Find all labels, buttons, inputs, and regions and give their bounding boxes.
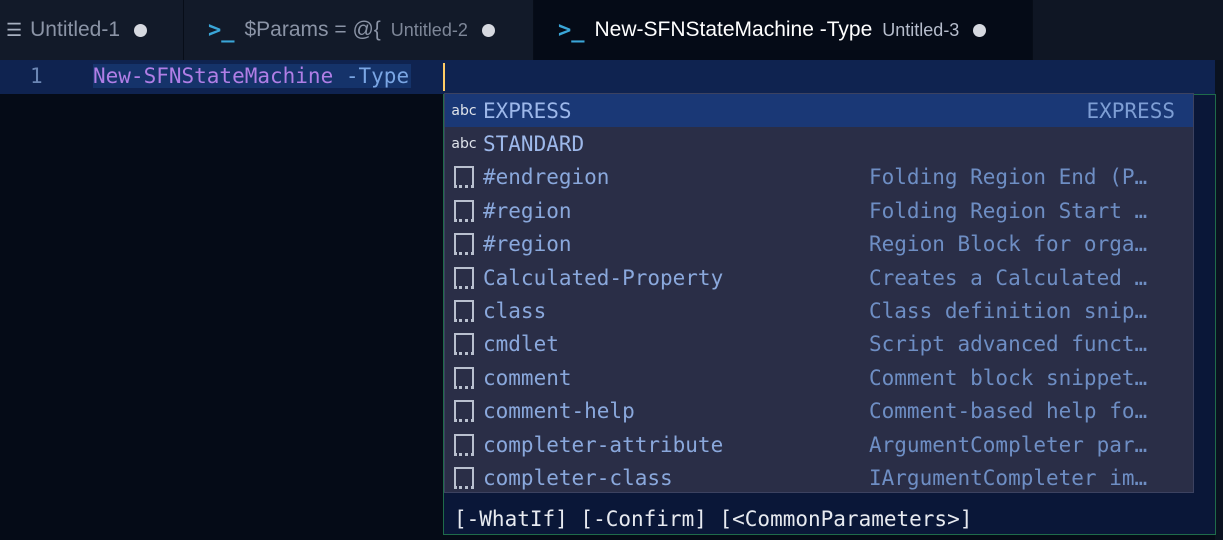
unsaved-dot-icon[interactable] — [973, 23, 987, 37]
text-cursor — [443, 63, 445, 91]
code-line[interactable]: New-SFNStateMachine -Type — [93, 64, 412, 88]
suggestion-detail: Folding Region Start … — [869, 198, 1148, 223]
powershell-icon: >_ — [558, 17, 585, 43]
suggestion-detail: Comment block snippet… — [869, 365, 1148, 390]
suggestion-item[interactable]: cmdlet Script advanced funct… — [445, 328, 1193, 361]
text-kind-icon: abc — [451, 102, 477, 119]
signature-help-text: [-WhatIf] [-Confirm] [<CommonParameters>… — [454, 507, 973, 531]
powershell-icon: >_ — [208, 17, 235, 43]
suggestion-item[interactable]: completer-class IArgumentCompleter im… — [445, 461, 1193, 492]
snippet-icon — [445, 333, 483, 356]
suggestion-item[interactable]: Calculated-Property Creates a Calculated … — [445, 261, 1193, 294]
suggestion-detail: IArgumentCompleter im… — [869, 465, 1148, 490]
suggestion-detail: Comment-based help fo… — [869, 399, 1148, 424]
suggestion-detail: Class definition snip… — [869, 299, 1148, 324]
line-number: 1 — [30, 64, 43, 88]
suggestion-detail: EXPRESS — [1086, 98, 1175, 123]
tab-untitled-1[interactable]: ☰ Untitled-1 — [0, 0, 184, 60]
snippet-icon — [445, 166, 483, 189]
suggestion-item[interactable]: abc STANDARD — [445, 127, 1193, 160]
suggestion-label: Calculated-Property — [483, 265, 724, 290]
snippet-icon — [445, 199, 483, 222]
suggestion-item[interactable]: completer-attribute ArgumentCompleter par… — [445, 428, 1193, 461]
suggestion-label: STANDARD — [483, 132, 585, 157]
suggestion-item[interactable]: #region Folding Region Start … — [445, 194, 1193, 227]
tab-untitled-2[interactable]: >_ $Params = @{ Untitled-2 — [184, 0, 534, 60]
suggestion-label: EXPRESS — [483, 98, 572, 123]
suggestion-detail: Creates a Calculated … — [869, 265, 1148, 290]
snippet-icon — [445, 300, 483, 323]
unsaved-dot-icon[interactable] — [481, 23, 495, 37]
parameter-token: -Type — [345, 64, 410, 88]
suggestion-item[interactable]: comment-help Comment-based help fo… — [445, 395, 1193, 428]
suggestion-item[interactable]: abc EXPRESS EXPRESS — [445, 94, 1193, 128]
snippet-icon — [445, 400, 483, 423]
tab-title: New-SFNStateMachine -Type — [594, 18, 873, 41]
tab-bar-empty-space[interactable] — [1033, 0, 1223, 60]
tab-untitled-3[interactable]: >_ New-SFNStateMachine -Type Untitled-3 — [534, 0, 1033, 60]
suggestion-detail: Script advanced funct… — [869, 332, 1148, 357]
tab-description: Untitled-3 — [882, 19, 960, 40]
code-editor[interactable]: 1 New-SFNStateMachine -Type [-WhatIf] [-… — [0, 60, 1223, 540]
suggestion-label: completer-class — [483, 465, 673, 490]
snippet-icon — [445, 366, 483, 389]
snippet-icon — [445, 266, 483, 289]
vertical-scrollbar[interactable] — [1215, 60, 1223, 540]
tab-title: $Params = @{ — [244, 18, 381, 41]
suggestion-item[interactable]: #endregion Folding Region End (P… — [445, 161, 1193, 194]
suggestion-item[interactable]: comment Comment block snippet… — [445, 361, 1193, 394]
lines-icon: ☰ — [6, 19, 23, 41]
suggestion-detail: Region Block for orga… — [869, 232, 1148, 257]
suggestion-label: completer-attribute — [483, 432, 724, 457]
suggestion-item[interactable]: #region Region Block for orga… — [445, 228, 1193, 261]
suggestion-label: #endregion — [483, 165, 610, 190]
snippet-icon — [445, 433, 483, 456]
command-token: New-SFNStateMachine — [93, 64, 334, 88]
tab-description: Untitled-2 — [390, 19, 468, 40]
suggestion-label: #region — [483, 198, 572, 223]
tab-bar: ☰ Untitled-1 >_ $Params = @{ Untitled-2 … — [0, 0, 1223, 60]
suggestion-detail: Folding Region End (P… — [869, 165, 1148, 190]
suggestion-label: comment-help — [483, 399, 635, 424]
suggestion-widget[interactable]: abc EXPRESS EXPRESS abc STANDARD #endregion Fo… — [444, 93, 1194, 493]
unsaved-dot-icon[interactable] — [134, 23, 148, 37]
suggestion-item[interactable]: class Class definition snip… — [445, 294, 1193, 327]
suggestion-label: #region — [483, 232, 572, 257]
text-kind-icon: abc — [451, 136, 477, 153]
suggestion-detail: ArgumentCompleter par… — [869, 432, 1148, 457]
suggestion-label: cmdlet — [483, 332, 559, 357]
snippet-icon — [445, 233, 483, 256]
suggestion-label: comment — [483, 365, 572, 390]
suggestion-label: class — [483, 299, 547, 324]
tab-title: Untitled-1 — [30, 18, 121, 41]
snippet-icon — [445, 466, 483, 489]
